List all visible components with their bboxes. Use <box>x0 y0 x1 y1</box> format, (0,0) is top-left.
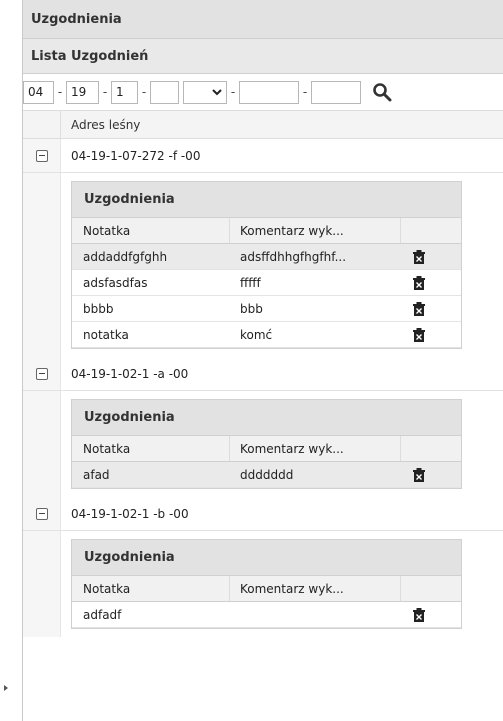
column-header-note[interactable]: Notatka <box>72 218 230 243</box>
header-gutter <box>23 111 61 138</box>
nested-grid-container: Uzgodnienia Notatka Komentarz wyk... afa… <box>23 391 503 497</box>
trash-icon[interactable] <box>413 301 425 316</box>
nested-gutter <box>23 531 61 637</box>
cell-comment: komć <box>240 327 273 342</box>
column-header-comment[interactable]: Komentarz wyk... <box>230 436 401 461</box>
group-gutter <box>23 357 61 390</box>
nested-grid-header: Notatka Komentarz wyk... <box>72 218 461 244</box>
column-header-comment[interactable]: Komentarz wyk... <box>230 576 401 601</box>
group-row[interactable]: 04-19-1-07-272 -f -00 <box>23 139 503 173</box>
nested-grid: Uzgodnienia Notatka Komentarz wyk... afa… <box>71 399 462 489</box>
cell-comment: bbb <box>240 301 263 316</box>
column-header-note[interactable]: Notatka <box>72 436 230 461</box>
collapse-arrow-icon[interactable] <box>4 685 8 691</box>
nested-gutter <box>23 391 61 497</box>
column-header-actions <box>401 218 461 243</box>
collapse-icon[interactable] <box>35 507 48 520</box>
agreements-panel: Uzgodnienia Lista Uzgodnień 04 - 19 - 1 … <box>22 0 503 721</box>
filter-separator: - <box>102 85 108 99</box>
filter-field-region[interactable]: 04 <box>23 80 54 104</box>
filter-field-subcompartment[interactable] <box>311 80 361 104</box>
column-header-note[interactable]: Notatka <box>72 576 230 601</box>
trash-icon[interactable] <box>413 275 425 290</box>
trash-icon[interactable] <box>413 327 425 342</box>
table-row[interactable]: bbbb bbb <box>72 296 461 322</box>
cell-comment <box>230 602 401 627</box>
table-row[interactable]: adsfasdfas fffff <box>72 270 461 296</box>
filter-dropdown[interactable] <box>183 80 227 104</box>
filter-field-compartment[interactable] <box>239 80 299 104</box>
search-button[interactable] <box>371 81 393 103</box>
column-header-comment[interactable]: Komentarz wyk... <box>230 218 401 243</box>
list-title: Lista Uzgodnień <box>23 39 503 74</box>
filter-separator: - <box>230 85 236 99</box>
address-filter: 04 - 19 - 1 - - - <box>23 74 503 111</box>
cell-comment: adsffdhhgfhgfhf... <box>240 249 347 264</box>
nested-gutter <box>23 173 61 357</box>
table-row[interactable]: addaddfgfghh adsffdhhgfhgfhf... <box>72 244 461 270</box>
chevron-down-icon <box>212 88 222 95</box>
table-row[interactable]: notatka komć <box>72 322 461 348</box>
cell-note: notatka <box>83 327 129 342</box>
collapse-icon[interactable] <box>35 149 48 162</box>
filter-field-section[interactable] <box>150 80 179 104</box>
group-row[interactable]: 04-19-1-02-1 -b -00 <box>23 497 503 531</box>
search-icon <box>373 83 392 102</box>
trash-icon[interactable] <box>413 607 425 622</box>
column-header-actions <box>401 436 461 461</box>
nested-grid-header: Notatka Komentarz wyk... <box>72 576 461 602</box>
group-gutter <box>23 139 61 172</box>
cell-note: addaddfgfghh <box>83 249 168 264</box>
trash-icon[interactable] <box>413 249 425 264</box>
forest-address: 04-19-1-07-272 -f -00 <box>71 148 201 163</box>
forest-address: 04-19-1-02-1 -b -00 <box>71 506 189 521</box>
forest-address: 04-19-1-02-1 -a -00 <box>71 366 189 381</box>
nested-grid: Uzgodnienia Notatka Komentarz wyk... adf… <box>71 539 462 629</box>
cell-note: afad <box>83 467 110 482</box>
panel-title: Uzgodnienia <box>23 0 503 39</box>
group-row[interactable]: 04-19-1-02-1 -a -00 <box>23 357 503 391</box>
group-gutter <box>23 497 61 530</box>
column-header-address[interactable]: Adres leśny <box>61 111 140 138</box>
cell-note: bbbb <box>83 301 114 316</box>
table-row[interactable]: afad ddddddd <box>72 462 461 488</box>
filter-separator: - <box>302 85 308 99</box>
nested-grid: Uzgodnienia Notatka Komentarz wyk... add… <box>71 181 462 349</box>
table-row[interactable]: adfadf <box>72 602 461 628</box>
nested-grid-title: Uzgodnienia <box>72 400 461 436</box>
nested-grid-header: Notatka Komentarz wyk... <box>72 436 461 462</box>
cell-note: adfadf <box>83 607 122 622</box>
cell-note: adsfasdfas <box>83 275 148 290</box>
trash-icon[interactable] <box>413 467 425 482</box>
nested-grid-container: Uzgodnienia Notatka Komentarz wyk... add… <box>23 173 503 357</box>
cell-comment: fffff <box>240 275 261 290</box>
column-header-actions <box>401 576 461 601</box>
collapse-icon[interactable] <box>35 367 48 380</box>
nested-grid-title: Uzgodnienia <box>72 182 461 218</box>
filter-separator: - <box>57 85 63 99</box>
nested-grid-title: Uzgodnienia <box>72 540 461 576</box>
filter-separator: - <box>141 85 147 99</box>
table-header: Adres leśny <box>23 111 503 139</box>
filter-field-district[interactable]: 19 <box>66 80 99 104</box>
nested-grid-container: Uzgodnienia Notatka Komentarz wyk... adf… <box>23 531 503 637</box>
filter-field-forestry[interactable]: 1 <box>111 80 138 104</box>
cell-comment: ddddddd <box>240 467 294 482</box>
